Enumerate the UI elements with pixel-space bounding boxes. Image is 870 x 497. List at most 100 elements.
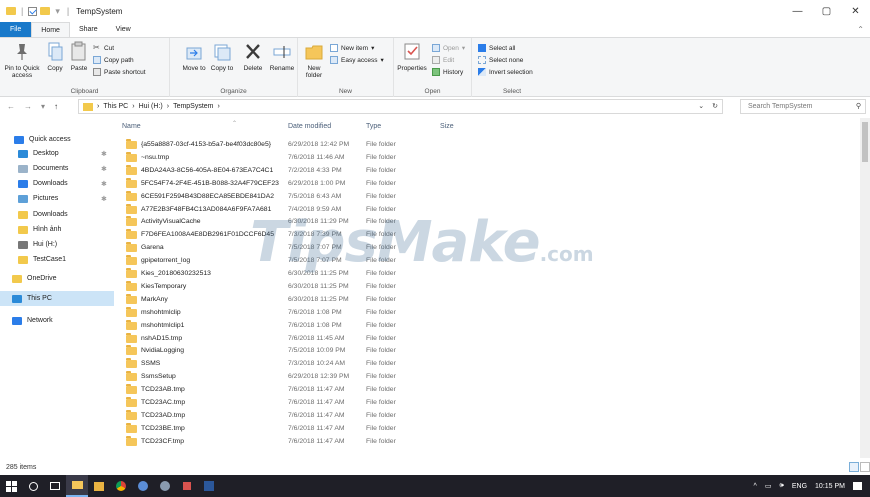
quick-access-dropdown-icon[interactable]: ▾ [55, 6, 60, 17]
table-row[interactable]: Kies_20180630232513 6/30/2018 11:25 PM Fil… [118, 267, 860, 280]
up-arrow-icon[interactable]: ↑ [54, 102, 58, 111]
table-row[interactable]: TCD23AB.tmp 7/6/2018 11:47 AM File folder [118, 383, 860, 396]
properties-icon[interactable] [28, 6, 38, 16]
breadcrumb-drive[interactable]: Hui (H:) [139, 103, 163, 110]
history-button[interactable]: History [432, 67, 463, 77]
language-indicator[interactable]: ENG [792, 483, 807, 490]
search-icon[interactable]: ⚲ [856, 100, 861, 113]
paste-button[interactable]: Paste [68, 41, 90, 72]
open-button[interactable]: Open ▾ [432, 43, 465, 53]
select-none-button[interactable]: Select none [478, 55, 523, 65]
sidebar-item-desktop[interactable]: Desktop ✱ [0, 146, 114, 161]
column-date[interactable]: Date modified [288, 123, 331, 135]
move-to-button[interactable]: Move to [182, 41, 206, 72]
expand-ribbon-icon[interactable]: ⌃ [857, 22, 864, 37]
word-taskbar-icon[interactable] [198, 475, 220, 497]
tab-home[interactable]: Home [31, 22, 70, 37]
sidebar-item-documents[interactable]: Documents ✱ [0, 161, 114, 176]
back-arrow-icon[interactable]: ← [7, 102, 15, 111]
store-taskbar-icon[interactable] [88, 475, 110, 497]
scrollbar-thumb[interactable] [862, 122, 868, 162]
task-view-icon[interactable] [44, 475, 66, 497]
chevron-right-icon[interactable]: › [132, 103, 134, 110]
table-row[interactable]: KiesTemporary 6/30/2018 11:25 PM File fold… [118, 280, 860, 293]
table-row[interactable]: Garena 7/5/2018 7:07 PM File folder [118, 241, 860, 254]
table-row[interactable]: {a55a8887-03cf-4153-b5a7-be4f03dc80e5} 6/… [118, 138, 860, 151]
new-folder-button[interactable]: New folder [302, 41, 326, 79]
file-explorer-taskbar-icon[interactable] [66, 475, 88, 497]
tab-share[interactable]: Share [70, 22, 107, 37]
address-bar[interactable]: › This PC › Hui (H:) › TempSystem › ⌄ ↻ [78, 99, 723, 114]
start-button[interactable] [0, 475, 22, 497]
column-name[interactable]: Name ⌃ [122, 121, 237, 135]
sidebar-item-downloads[interactable]: Downloads ✱ [0, 176, 114, 191]
invert-selection-button[interactable]: Invert selection [478, 67, 533, 77]
paste-shortcut-button[interactable]: Paste shortcut [93, 67, 146, 77]
sidebar-item-onedrive[interactable]: OneDrive [0, 271, 114, 286]
table-row[interactable]: ~nsu.tmp 7/6/2018 11:46 AM File folder [118, 151, 860, 164]
recent-locations-icon[interactable]: ▾ [41, 102, 45, 111]
sidebar-item-hui-h[interactable]: Hui (H:) [0, 237, 114, 252]
network-icon[interactable]: ▭ [765, 482, 772, 490]
copy-button[interactable]: Copy [44, 41, 66, 72]
vertical-scrollbar[interactable] [860, 118, 870, 458]
table-row[interactable]: A77E2B3F48FB4C13AD084A6F9FA7A681 7/4/2018… [118, 203, 860, 216]
search-icon[interactable] [22, 475, 44, 497]
chevron-right-icon[interactable]: › [97, 103, 99, 110]
new-item-button[interactable]: New item ▾ [330, 43, 374, 53]
details-view-icon[interactable] [849, 462, 859, 472]
maximize-button[interactable]: ▢ [812, 0, 841, 22]
sidebar-item-network[interactable]: Network [0, 313, 114, 328]
table-row[interactable]: TCD23AD.tmp 7/6/2018 11:47 AM File folder [118, 409, 860, 422]
minimize-button[interactable]: — [783, 0, 812, 22]
tab-file[interactable]: File [0, 22, 32, 37]
notifications-icon[interactable] [853, 482, 862, 490]
table-row[interactable]: ActivityVisualCache 6/30/2018 11:29 PM Fil… [118, 215, 860, 228]
tab-view[interactable]: View [107, 22, 140, 37]
close-button[interactable]: ✕ [841, 0, 870, 22]
table-row[interactable]: NvidiaLogging 7/5/2018 10:09 PM File folde… [118, 344, 860, 357]
edit-button[interactable]: Edit [432, 55, 454, 65]
chevron-up-icon[interactable]: ^ [754, 483, 757, 490]
table-row[interactable]: TCD23BE.tmp 7/6/2018 11:47 AM File folder [118, 422, 860, 435]
copy-to-button[interactable]: Copy to [210, 41, 234, 72]
table-row[interactable]: F7D6FEA1008A4E8DB2961F01DCCF6D45 7/3/2018… [118, 228, 860, 241]
new-folder-icon[interactable] [40, 7, 51, 15]
large-icons-view-icon[interactable] [860, 462, 870, 472]
sidebar-item-quick-access[interactable]: Quick access [0, 132, 114, 147]
table-row[interactable]: mshohtmlclip 7/6/2018 1:08 PM File folder [118, 306, 860, 319]
sidebar-item-h-nh-nh[interactable]: Hình ảnh [0, 222, 114, 237]
rename-button[interactable]: Rename [268, 41, 296, 72]
copy-path-button[interactable]: Copy path [93, 55, 134, 65]
breadcrumb-folder[interactable]: TempSystem [173, 103, 213, 110]
table-row[interactable]: SsmsSetup 6/29/2018 12:39 PM File folder [118, 370, 860, 383]
volume-icon[interactable]: 🕪 [779, 482, 783, 490]
sidebar-item-downloads[interactable]: Downloads [0, 207, 114, 222]
search-input[interactable]: Search TempSystem ⚲ [740, 99, 866, 114]
clock[interactable]: 10:15 PM [815, 483, 845, 490]
app-taskbar-icon[interactable] [154, 475, 176, 497]
table-row[interactable]: nshAD15.tmp 7/6/2018 11:45 AM File folder [118, 332, 860, 345]
table-row[interactable]: 5FC54F74-2F4E-451B-B088-32A4F79CEF23 6/29… [118, 177, 860, 190]
table-row[interactable]: SSMS 7/3/2018 10:24 AM File folder [118, 357, 860, 370]
chevron-right-icon[interactable]: › [167, 103, 169, 110]
cut-button[interactable]: ✂ Cut [93, 43, 114, 53]
sidebar-item-this-pc[interactable]: This PC [0, 291, 114, 306]
table-row[interactable]: gpipetorrent_log 7/5/2018 7:07 PM File fol… [118, 254, 860, 267]
forward-arrow-icon[interactable]: → [24, 102, 32, 111]
sidebar-item-pictures[interactable]: Pictures ✱ [0, 191, 114, 206]
pin-to-quick-access-button[interactable]: Pin to Quick access [3, 41, 41, 79]
media-taskbar-icon[interactable] [176, 475, 198, 497]
table-row[interactable]: MarkAny 6/30/2018 11:25 PM File folder [118, 293, 860, 306]
chevron-down-icon[interactable]: ⌄ [698, 100, 704, 113]
chevron-right-icon[interactable]: › [218, 103, 220, 110]
table-row[interactable]: TCD23AC.tmp 7/6/2018 11:47 AM File folder [118, 396, 860, 409]
sidebar-item-testcase1[interactable]: TestCase1 [0, 252, 114, 267]
app-taskbar-icon[interactable] [132, 475, 154, 497]
column-size[interactable]: Size [440, 123, 454, 135]
breadcrumb-this-pc[interactable]: This PC [103, 103, 128, 110]
refresh-icon[interactable]: ↻ [712, 100, 718, 113]
table-row[interactable]: mshohtmlclip1 7/6/2018 1:08 PM File folder [118, 319, 860, 332]
table-row[interactable]: 4BDA24A3-8C56-405A-8E04-673EA7C4C1 7/2/20… [118, 164, 860, 177]
easy-access-button[interactable]: Easy access ▾ [330, 55, 384, 65]
